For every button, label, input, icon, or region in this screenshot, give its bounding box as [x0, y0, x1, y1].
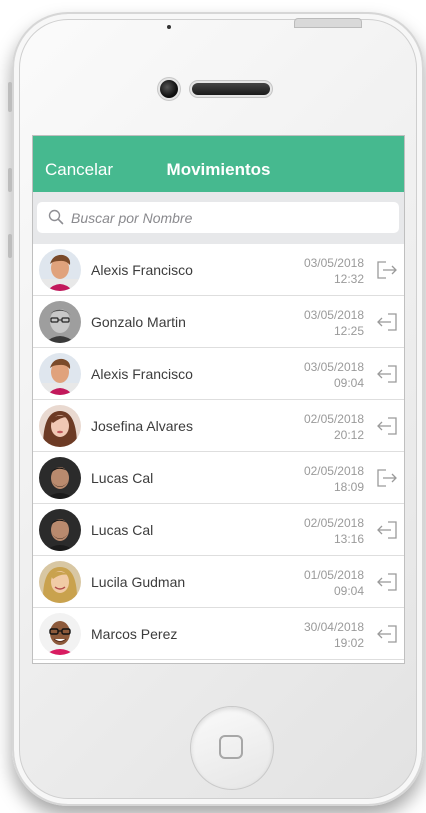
entry-icon: [376, 312, 398, 337]
avatar: [39, 613, 81, 655]
entry-icon: [376, 364, 398, 389]
page-title: Movimientos: [166, 160, 271, 179]
exit-icon: [376, 468, 398, 493]
earpiece-speaker: [192, 83, 270, 95]
list-item[interactable]: Lucas Cal 02/05/2018 13:16: [33, 504, 404, 556]
list-item[interactable]: Gonzalo Martin 03/05/2018 12:25: [33, 296, 404, 348]
person-name: Marcos Perez: [91, 626, 178, 642]
search-input[interactable]: [71, 202, 381, 233]
entry-icon: [376, 624, 398, 649]
movement-time: 12:25: [333, 324, 364, 338]
list-item[interactable]: Lucila Gudman 01/05/2018 09:04: [33, 556, 404, 608]
movement-time: 09:04: [333, 584, 364, 598]
top-sensor: [167, 25, 171, 29]
person-name: Gonzalo Martin: [91, 314, 186, 330]
movement-date: 02/05/2018: [303, 464, 364, 478]
power-button: [294, 18, 362, 28]
list-item[interactable]: Lucas Cal 02/05/2018 18:09: [33, 452, 404, 504]
person-name: Alexis Francisco: [91, 262, 193, 278]
front-camera: [160, 80, 178, 98]
movement-date: 03/05/2018: [303, 256, 364, 270]
navigation-bar: Cancelar Movimientos: [33, 136, 404, 192]
volume-down-button: [8, 234, 12, 258]
app-screen: Cancelar Movimientos Buscar por Nombre A…: [32, 135, 405, 664]
exit-icon: [376, 260, 398, 285]
person-name: Lucila Gudman: [91, 574, 186, 590]
volume-up-button: [8, 168, 12, 192]
search-bar: [33, 192, 404, 244]
avatar: [39, 405, 81, 447]
movement-time: 19:02: [333, 636, 364, 650]
movement-time: 18:09: [333, 480, 364, 494]
movement-time: 12:32: [333, 272, 364, 286]
home-button[interactable]: [190, 706, 274, 790]
movements-list: Alexis Francisco 03/05/2018 12:32 Gonzal…: [33, 244, 404, 660]
entry-icon: [376, 520, 398, 545]
avatar: [39, 353, 81, 395]
avatar: [39, 249, 81, 291]
home-square-icon: [219, 735, 243, 759]
movement-date: 02/05/2018: [303, 516, 364, 530]
mute-switch: [8, 82, 12, 112]
list-item[interactable]: Marcos Perez 30/04/2018 19:02: [33, 608, 404, 660]
person-name: Lucas Cal: [91, 470, 154, 486]
person-name: Josefina Alvares: [91, 418, 193, 434]
person-name: Lucas Cal: [91, 522, 154, 538]
list-item[interactable]: Josefina Alvares 02/05/2018 20:12: [33, 400, 404, 452]
movement-date: 03/05/2018: [303, 360, 364, 374]
movement-time: 13:16: [333, 532, 364, 546]
search-icon: [48, 209, 64, 230]
movement-time: 09:04: [333, 376, 364, 390]
movement-date: 02/05/2018: [303, 412, 364, 426]
movement-date: 01/05/2018: [303, 568, 364, 582]
list-item[interactable]: Alexis Francisco 03/05/2018 09:04: [33, 348, 404, 400]
avatar: [39, 561, 81, 603]
avatar: [39, 301, 81, 343]
list-item[interactable]: Alexis Francisco 03/05/2018 12:32: [33, 244, 404, 296]
movement-date: 03/05/2018: [303, 308, 364, 322]
avatar: [39, 509, 81, 551]
person-name: Alexis Francisco: [91, 366, 193, 382]
movement-date: 30/04/2018: [303, 620, 364, 634]
entry-icon: [376, 416, 398, 441]
search-field[interactable]: [37, 202, 399, 233]
avatar: [39, 457, 81, 499]
movement-time: 20:12: [333, 428, 364, 442]
entry-icon: [376, 572, 398, 597]
